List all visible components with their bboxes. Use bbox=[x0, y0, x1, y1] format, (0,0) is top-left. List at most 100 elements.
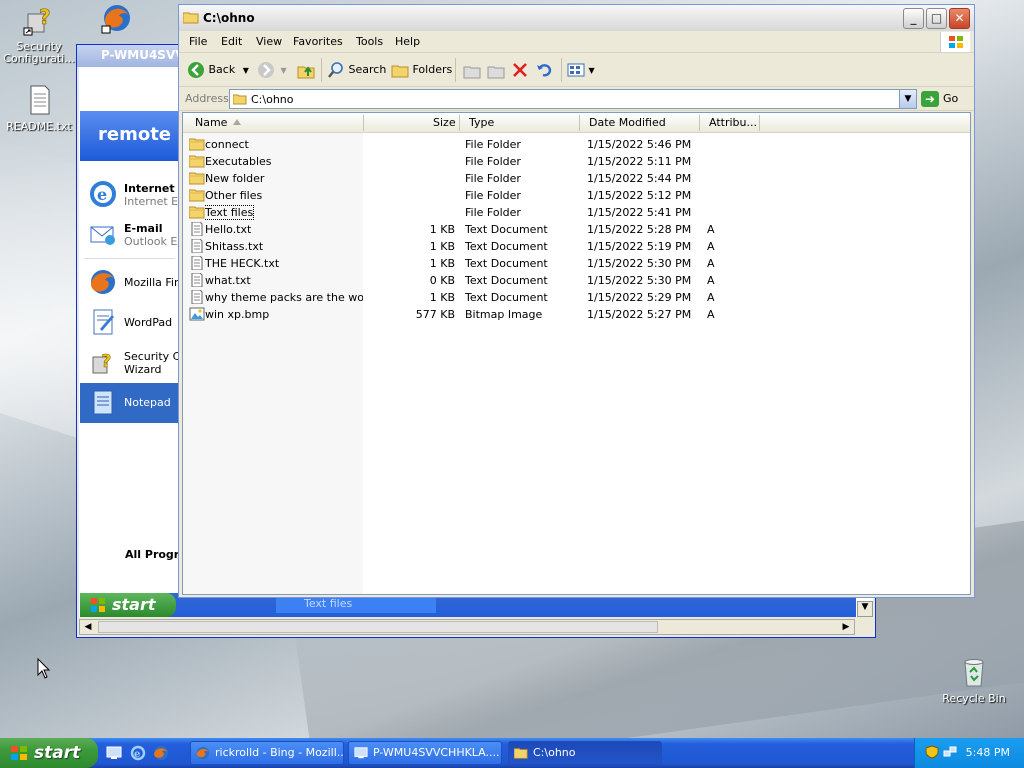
desktop-icon-security-config[interactable]: ? Security Configurati... bbox=[2, 4, 76, 65]
menu-file[interactable]: File bbox=[189, 35, 207, 48]
column-divider[interactable] bbox=[579, 115, 580, 131]
file-row[interactable]: Shitass.txt 1 KB Text Document 1/15/2022 5:… bbox=[183, 238, 970, 255]
remote-horizontal-scrollbar[interactable]: ◀ ▶ bbox=[79, 619, 855, 635]
start-menu-item-security-wizard[interactable]: ? Security Co Wizard bbox=[80, 343, 179, 383]
back-label: Back bbox=[208, 63, 236, 76]
column-header-attributes[interactable]: Attribu... bbox=[709, 116, 757, 129]
forward-dropdown-icon[interactable]: ▼ bbox=[281, 66, 287, 75]
file-row[interactable]: what.txt 0 KB Text Document 1/15/2022 5:30 … bbox=[183, 272, 970, 289]
taskbar-task-explorer[interactable]: C:\ohno bbox=[508, 741, 662, 765]
back-dropdown-icon[interactable]: ▼ bbox=[243, 66, 249, 75]
start-menu-item-email[interactable]: E-mail Outlook Ex bbox=[80, 215, 179, 255]
file-row[interactable]: why theme packs are the wor... 1 KB Text D… bbox=[183, 289, 970, 306]
column-header-size[interactable]: Size bbox=[433, 116, 456, 129]
start-menu-item-wordpad[interactable]: WordPad bbox=[80, 303, 179, 343]
address-dropdown-button[interactable]: ▼ bbox=[899, 90, 916, 108]
folder-row[interactable]: Text files File Folder 1/15/2022 5:41 PM bbox=[183, 204, 970, 221]
explorer-title-bar[interactable]: C:\ohno _ □ ✕ bbox=[179, 5, 974, 31]
taskbar-task-firefox[interactable]: rickrolld - Bing - Mozill... bbox=[190, 741, 344, 765]
network-icon[interactable] bbox=[943, 745, 957, 759]
column-divider[interactable] bbox=[459, 115, 460, 131]
search-label: Search bbox=[348, 63, 387, 76]
ie-icon: e bbox=[90, 181, 116, 207]
column-headers: Name Size Type Date Modified Attribu... bbox=[183, 113, 970, 133]
undo-button[interactable] bbox=[535, 59, 553, 81]
column-header-type[interactable]: Type bbox=[469, 116, 494, 129]
back-arrow-icon bbox=[188, 62, 204, 78]
start-menu-item-internet[interactable]: e Internet Internet Ex bbox=[80, 175, 179, 215]
column-header-date-modified[interactable]: Date Modified bbox=[589, 116, 666, 129]
desktop-icon-readme[interactable]: README.txt bbox=[2, 84, 76, 133]
remote-start-menu-user: remote bbox=[80, 111, 179, 161]
text-file-icon bbox=[191, 239, 203, 253]
start-button[interactable]: start bbox=[0, 738, 98, 768]
ie-icon[interactable]: e bbox=[130, 745, 146, 761]
start-menu-item-firefox[interactable]: Mozilla Fire bbox=[80, 263, 179, 303]
folder-row[interactable]: Executables File Folder 1/15/2022 5:11 PM bbox=[183, 153, 970, 170]
menu-edit[interactable]: Edit bbox=[221, 35, 242, 48]
show-desktop-icon[interactable] bbox=[106, 745, 122, 761]
up-folder-button[interactable] bbox=[297, 59, 315, 81]
column-divider[interactable] bbox=[699, 115, 700, 131]
desktop-icon-recycle-bin[interactable]: Recycle Bin bbox=[937, 656, 1011, 705]
copy-to-button[interactable] bbox=[487, 59, 505, 81]
back-button[interactable]: Back ▼ bbox=[187, 59, 249, 81]
start-menu-item-title: Mozilla Fire bbox=[124, 276, 179, 289]
folder-row[interactable]: New folder File Folder 1/15/2022 5:44 PM bbox=[183, 170, 970, 187]
remote-desktop-icon bbox=[354, 747, 368, 759]
folder-row[interactable]: connect File Folder 1/15/2022 5:46 PM bbox=[183, 136, 970, 153]
menu-tools[interactable]: Tools bbox=[356, 35, 383, 48]
remote-scroll-down-button[interactable]: ▼ bbox=[857, 601, 873, 617]
forward-button[interactable]: ▼ bbox=[257, 59, 287, 81]
desktop-icon-label: README.txt bbox=[6, 120, 72, 133]
folder-row[interactable]: Other files File Folder 1/15/2022 5:12 PM bbox=[183, 187, 970, 204]
menu-help[interactable]: Help bbox=[395, 35, 420, 48]
scroll-thumb[interactable] bbox=[98, 621, 658, 633]
scroll-right-button[interactable]: ▶ bbox=[838, 620, 854, 634]
taskbar: start e rickrolld - Bing - Mozill... P-W… bbox=[0, 738, 1024, 768]
file-name: Text files bbox=[205, 205, 255, 220]
scroll-left-button[interactable]: ◀ bbox=[80, 620, 96, 634]
search-button[interactable]: Search bbox=[327, 59, 386, 81]
file-date-modified: 1/15/2022 5:29 PM bbox=[587, 291, 692, 304]
maximize-button[interactable]: □ bbox=[926, 8, 947, 29]
go-button[interactable]: ➜ Go bbox=[921, 89, 958, 109]
file-row[interactable]: win xp.bmp 577 KB Bitmap Image 1/15/2022 5:… bbox=[183, 306, 970, 323]
taskbar-task-remote-desktop[interactable]: P-WMU4SVVCHHKLA.... bbox=[348, 741, 502, 765]
column-divider[interactable] bbox=[363, 115, 364, 131]
views-button[interactable]: ▼ bbox=[567, 59, 595, 81]
undo-icon bbox=[537, 64, 552, 77]
file-row[interactable]: Hello.txt 1 KB Text Document 1/15/2022 5:28… bbox=[183, 221, 970, 238]
file-list[interactable]: Name Size Type Date Modified Attribu... … bbox=[182, 112, 971, 595]
folder-icon bbox=[233, 94, 247, 105]
file-row[interactable]: THE HECK.txt 1 KB Text Document 1/15/2022 5… bbox=[183, 255, 970, 272]
file-attributes: A bbox=[707, 257, 715, 270]
move-to-button[interactable] bbox=[463, 59, 481, 81]
firefox-icon[interactable] bbox=[153, 745, 169, 761]
move-to-icon bbox=[463, 66, 481, 79]
remote-start-button[interactable]: start bbox=[80, 593, 176, 617]
notepad-icon bbox=[93, 390, 113, 415]
column-divider[interactable] bbox=[759, 115, 760, 131]
minimize-button[interactable]: _ bbox=[903, 8, 924, 29]
delete-button[interactable] bbox=[511, 59, 529, 81]
file-date-modified: 1/15/2022 5:19 PM bbox=[587, 240, 692, 253]
clock[interactable]: 5:48 PM bbox=[966, 746, 1010, 759]
folder-icon bbox=[189, 172, 205, 185]
recycle-bin-icon bbox=[964, 659, 984, 687]
menu-view[interactable]: View bbox=[256, 35, 282, 48]
folders-button[interactable]: Folders bbox=[391, 59, 452, 81]
standard-toolbar: Back ▼ ▼ Search Folders ▼ bbox=[179, 53, 974, 87]
column-header-name[interactable]: Name bbox=[195, 116, 227, 129]
text-file-icon bbox=[191, 222, 203, 236]
views-dropdown-icon[interactable]: ▼ bbox=[589, 66, 595, 75]
security-wizard-icon: ? bbox=[23, 5, 51, 36]
explorer-window[interactable]: C:\ohno _ □ ✕ File Edit View Favorites T… bbox=[178, 4, 975, 598]
close-button[interactable]: ✕ bbox=[949, 8, 970, 29]
desktop-icon-firefox[interactable] bbox=[80, 2, 154, 39]
remote-task-button[interactable]: Text files bbox=[276, 597, 436, 613]
address-field[interactable]: C:\ohno ▼ bbox=[229, 89, 917, 109]
menu-favorites[interactable]: Favorites bbox=[293, 35, 343, 48]
start-menu-item-notepad[interactable]: Notepad bbox=[80, 383, 179, 423]
security-alert-icon[interactable] bbox=[925, 745, 939, 759]
